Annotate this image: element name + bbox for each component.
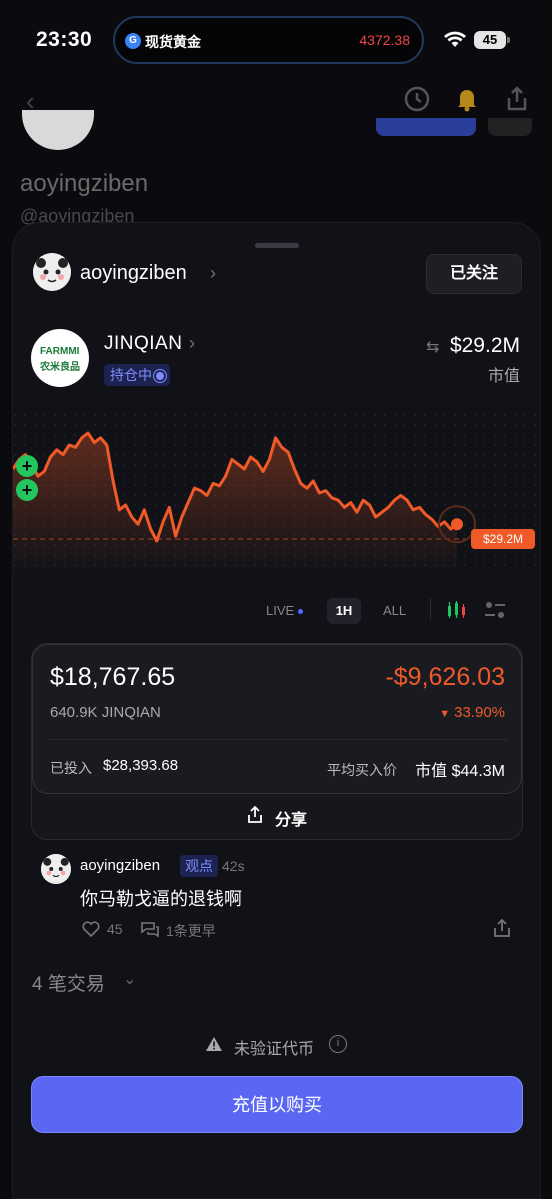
position-value: $18,767.65 [50, 663, 176, 691]
divider [49, 739, 507, 740]
chart-current-dot [451, 518, 463, 531]
status-bar: 23:30 G 现货黄金 4372.38 45 [0, 0, 552, 76]
trades-toggle[interactable]: 4 笔交易 [32, 969, 105, 996]
chevron-right-icon[interactable]: › [189, 333, 195, 354]
market-cap-label: 市值 [487, 368, 520, 385]
comment-badge: 观点 [180, 855, 218, 877]
share-out-icon[interactable] [502, 84, 532, 114]
invested-value: $28,393.68 [103, 757, 179, 774]
current-price-tag: $29.2M [471, 529, 535, 549]
owner-name[interactable]: aoyingziben [80, 262, 187, 285]
candlestick-icon[interactable] [446, 600, 468, 620]
buy-marker-icon[interactable]: + [16, 479, 38, 501]
tab-live[interactable]: LIVE [266, 603, 304, 618]
profile-more-button[interactable] [488, 118, 532, 136]
holding-dot-icon [156, 372, 164, 381]
position-card: $18,767.65 -$9,626.03 640.9K JINQIAN ▼ 33… [31, 643, 523, 840]
island-price: 4372.38 [359, 32, 410, 48]
position-pnl-percent: ▼ 33.90% [439, 704, 505, 721]
live-activity-island[interactable]: G 现货黄金 4372.38 [113, 16, 424, 64]
island-label: 现货黄金 [145, 34, 201, 50]
avg-buy-label: 平均买入价 [327, 762, 397, 778]
share-label: 分享 [275, 812, 308, 829]
chevron-down-icon[interactable]: ⌄ [123, 969, 136, 989]
avatar-face-icon [33, 253, 71, 291]
sheet-grabber[interactable] [255, 243, 299, 248]
comment-avatar[interactable] [41, 854, 71, 884]
position-sheet: aoyingziben › 已关注 FARMMI 农米良品 JINQIAN › … [12, 222, 541, 1199]
warning-icon [206, 1037, 222, 1051]
history-icon[interactable] [402, 84, 432, 114]
unverified-warning: 未验证代币 [234, 1041, 315, 1058]
like-count: 45 [107, 921, 123, 937]
divider [430, 598, 431, 620]
price-chart[interactable] [13, 413, 541, 573]
tab-all[interactable]: ALL [383, 603, 406, 618]
token-logo-text: FARMMI [40, 346, 80, 357]
token-logo-text-cn: 农米良品 [40, 362, 80, 373]
chevron-right-icon[interactable]: › [210, 263, 216, 284]
following-button[interactable]: 已关注 [426, 254, 522, 294]
market-cap-value: $29.2M [449, 334, 520, 357]
swap-icon[interactable]: ⇆ [426, 337, 439, 357]
profile-action-button[interactable] [376, 118, 476, 136]
wifi-icon [444, 31, 466, 47]
reply-count[interactable]: 1条更早 [166, 921, 216, 941]
tab-1h[interactable]: 1H [327, 598, 361, 624]
profile-username: aoyingziben [20, 170, 149, 197]
token-logo: FARMMI 农米良品 [31, 329, 89, 387]
token-name[interactable]: JINQIAN [104, 333, 182, 355]
comment-text: 你马勒戈逼的退钱啊 [80, 889, 242, 909]
reply-icon[interactable] [140, 920, 160, 938]
profile-avatar [22, 110, 94, 150]
position-summary: $18,767.65 -$9,626.03 640.9K JINQIAN ▼ 33… [32, 644, 522, 794]
gold-ticker-icon: G [125, 33, 141, 49]
heart-icon[interactable] [81, 920, 101, 938]
avg-buy-value: 市值 $44.3M [415, 763, 505, 780]
info-icon[interactable]: i [329, 1035, 347, 1053]
share-button[interactable]: 分享 [32, 794, 522, 839]
comment-time: 42s [222, 858, 245, 874]
position-pnl: -$9,626.03 [385, 663, 505, 691]
owner-avatar[interactable] [33, 253, 71, 291]
pnl-percent-value: 33.90% [454, 704, 505, 721]
status-time: 23:30 [36, 28, 93, 51]
deposit-to-buy-button[interactable]: 充值以购买 [31, 1076, 523, 1133]
settings-sliders-icon[interactable] [484, 600, 506, 620]
holding-badge: 持仓中 [104, 364, 170, 386]
share-icon[interactable] [492, 918, 512, 938]
bell-icon[interactable] [452, 84, 482, 114]
share-icon [248, 806, 262, 823]
comment-username[interactable]: aoyingziben [80, 857, 160, 874]
invested-label: 已投入 [50, 760, 92, 776]
battery-icon: 45 [474, 31, 510, 49]
down-triangle-icon: ▼ [439, 708, 451, 720]
position-quantity: 640.9K JINQIAN [50, 704, 161, 721]
avatar-face-icon [41, 854, 71, 884]
holding-label: 持仓中 [110, 367, 152, 383]
tab-live-label: LIVE [266, 603, 295, 618]
live-dot-icon [298, 609, 304, 615]
buy-marker-icon[interactable]: + [16, 455, 38, 477]
